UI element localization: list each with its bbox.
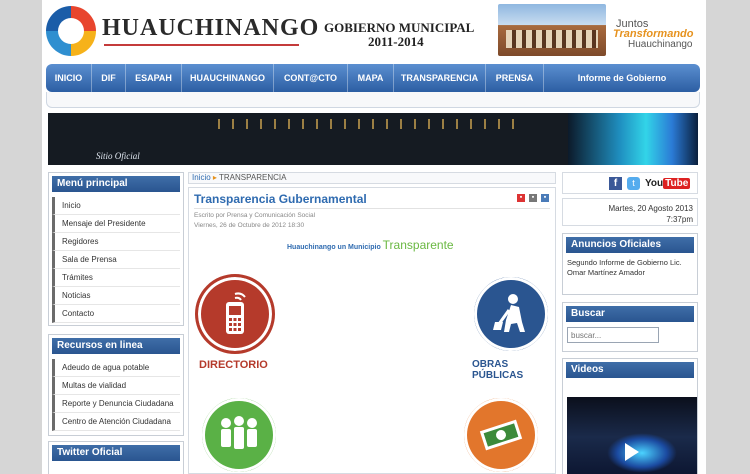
- print-icon[interactable]: ▪: [529, 194, 537, 202]
- search-box: Buscar: [562, 302, 698, 352]
- directory-tile[interactable]: [195, 274, 275, 354]
- hero-banner: Sitio Oficial: [48, 113, 698, 165]
- main-menu-title: Menú principal: [52, 176, 180, 192]
- menu-item-mensaje[interactable]: Mensaje del Presidente: [52, 215, 180, 233]
- pdf-icon[interactable]: ▪: [517, 194, 525, 202]
- video-thumbnail: [607, 433, 677, 473]
- nav-item-huauchinango[interactable]: HUAUCHINANGO: [182, 64, 274, 92]
- videos-title: Videos: [566, 362, 694, 378]
- menu-item-contacto[interactable]: Contacto: [52, 305, 180, 323]
- resource-item-multas[interactable]: Multas de vialidad: [52, 377, 180, 395]
- video-player[interactable]: [567, 397, 697, 474]
- youtube-tube: Tube: [663, 178, 691, 189]
- article-date: Viernes, 26 de Octubre de 2012 18:30: [194, 222, 305, 229]
- brand-underline: [104, 44, 299, 46]
- announcement-item[interactable]: Segundo Informe de Gobierno Lic. Omar Ma…: [567, 258, 697, 278]
- subnav-bar: [46, 92, 700, 108]
- tagline-highlight: Transparente: [382, 238, 454, 252]
- citizens-tile[interactable]: [199, 395, 279, 473]
- nav-item-dif[interactable]: DIF: [92, 64, 126, 92]
- announcements-title: Anuncios Oficiales: [566, 237, 694, 253]
- twitter-title: Twitter Oficial: [52, 445, 180, 461]
- announcements-box: Anuncios Oficiales Segundo Informe de Go…: [562, 233, 698, 295]
- date-display: Martes, 20 Agosto 2013 7:37pm: [562, 198, 698, 226]
- online-resources-title: Recursos en linea: [52, 338, 180, 354]
- facebook-icon[interactable]: f: [609, 177, 622, 190]
- public-works-label[interactable]: OBRAS PÚBLICAS: [472, 359, 555, 381]
- time-text: 7:37pm: [666, 215, 693, 224]
- nav-item-prensa[interactable]: PRENSA: [486, 64, 544, 92]
- nav-item-mapa[interactable]: MAPA: [348, 64, 394, 92]
- worker-icon: [474, 277, 548, 351]
- main-menu-box: Menú principal Inicio Mensaje del Presid…: [48, 172, 184, 326]
- resource-item-atencion[interactable]: Centro de Atención Ciudadana: [52, 413, 180, 431]
- banner-caption: Sitio Oficial: [96, 151, 140, 161]
- nav-item-contacto[interactable]: CONT@CTO: [274, 64, 348, 92]
- brand-title[interactable]: HUAUCHINANGO: [102, 15, 319, 42]
- menu-item-inicio[interactable]: Inicio: [52, 197, 180, 215]
- menu-item-sala-prensa[interactable]: Sala de Prensa: [52, 251, 180, 269]
- social-links: f t You Tube: [562, 172, 698, 194]
- menu-item-noticias[interactable]: Noticias: [52, 287, 180, 305]
- public-works-tile[interactable]: [471, 274, 551, 354]
- main-nav: INICIO DIF ESAPAH HUAUCHINANGO CONT@CTO …: [46, 64, 700, 92]
- banner-lights: [218, 119, 518, 129]
- twitter-box: Twitter Oficial: [48, 441, 184, 474]
- online-resources-list: Adeudo de agua potable Multas de vialida…: [52, 359, 180, 431]
- breadcrumb-current: TRANSPARENCIA: [219, 173, 287, 182]
- government-period: 2011-2014: [368, 34, 424, 49]
- date-text: Martes, 20 Agosto 2013: [608, 204, 694, 213]
- article-author: Escrito por Prensa y Comunicación Social: [194, 212, 316, 219]
- people-icon: [202, 398, 276, 472]
- main-menu-list: Inicio Mensaje del Presidente Regidores …: [52, 197, 180, 323]
- slogan-line-3: Huauchinango: [628, 39, 693, 50]
- municipal-logo-icon[interactable]: [46, 6, 96, 56]
- nav-item-esapah[interactable]: ESAPAH: [126, 64, 182, 92]
- twitter-icon[interactable]: t: [627, 177, 640, 190]
- breadcrumb-home[interactable]: Inicio: [192, 173, 211, 182]
- menu-item-tramites[interactable]: Trámites: [52, 269, 180, 287]
- article-tagline: Huauchinango un Municipio Transparente: [287, 238, 454, 252]
- resource-item-reporte[interactable]: Reporte y Denuncia Ciudadana: [52, 395, 180, 413]
- nav-item-informe[interactable]: Informe de Gobierno: [544, 64, 700, 92]
- breadcrumb: Inicio ▸ TRANSPARENCIA: [188, 172, 556, 184]
- site-header: HUAUCHINANGO GOBIERNO MUNICIPAL 2011-201…: [42, 0, 706, 60]
- breadcrumb-separator-icon: ▸: [212, 173, 217, 182]
- nav-item-inicio[interactable]: INICIO: [46, 64, 92, 92]
- menu-item-regidores[interactable]: Regidores: [52, 233, 180, 251]
- youtube-icon[interactable]: You Tube: [645, 178, 691, 189]
- videos-box: Videos: [562, 358, 698, 474]
- online-resources-box: Recursos en linea Adeudo de agua potable…: [48, 334, 184, 436]
- nav-item-transparencia[interactable]: TRANSPARENCIA: [394, 64, 486, 92]
- money-icon: [464, 398, 538, 472]
- search-title: Buscar: [566, 306, 694, 322]
- article-title[interactable]: Transparencia Gubernamental: [194, 192, 367, 206]
- directory-label[interactable]: DIRECTORIO: [199, 359, 268, 371]
- resource-item-agua[interactable]: Adeudo de agua potable: [52, 359, 180, 377]
- article-separator: [194, 208, 550, 209]
- city-hall-image: [498, 4, 606, 56]
- email-icon[interactable]: ▪: [541, 194, 549, 202]
- phone-icon: [198, 277, 272, 351]
- banner-glow: [568, 113, 698, 165]
- page: HUAUCHINANGO GOBIERNO MUNICIPAL 2011-201…: [42, 0, 706, 474]
- article-tools: ▪ ▪ ▪: [517, 194, 549, 202]
- finance-tile[interactable]: [461, 395, 541, 473]
- article: Transparencia Gubernamental ▪ ▪ ▪ Escrit…: [188, 187, 556, 474]
- youtube-you: You: [645, 178, 664, 189]
- search-input[interactable]: [567, 327, 659, 343]
- tagline-prefix: Huauchinango un Municipio: [287, 244, 381, 251]
- play-icon[interactable]: [625, 443, 639, 461]
